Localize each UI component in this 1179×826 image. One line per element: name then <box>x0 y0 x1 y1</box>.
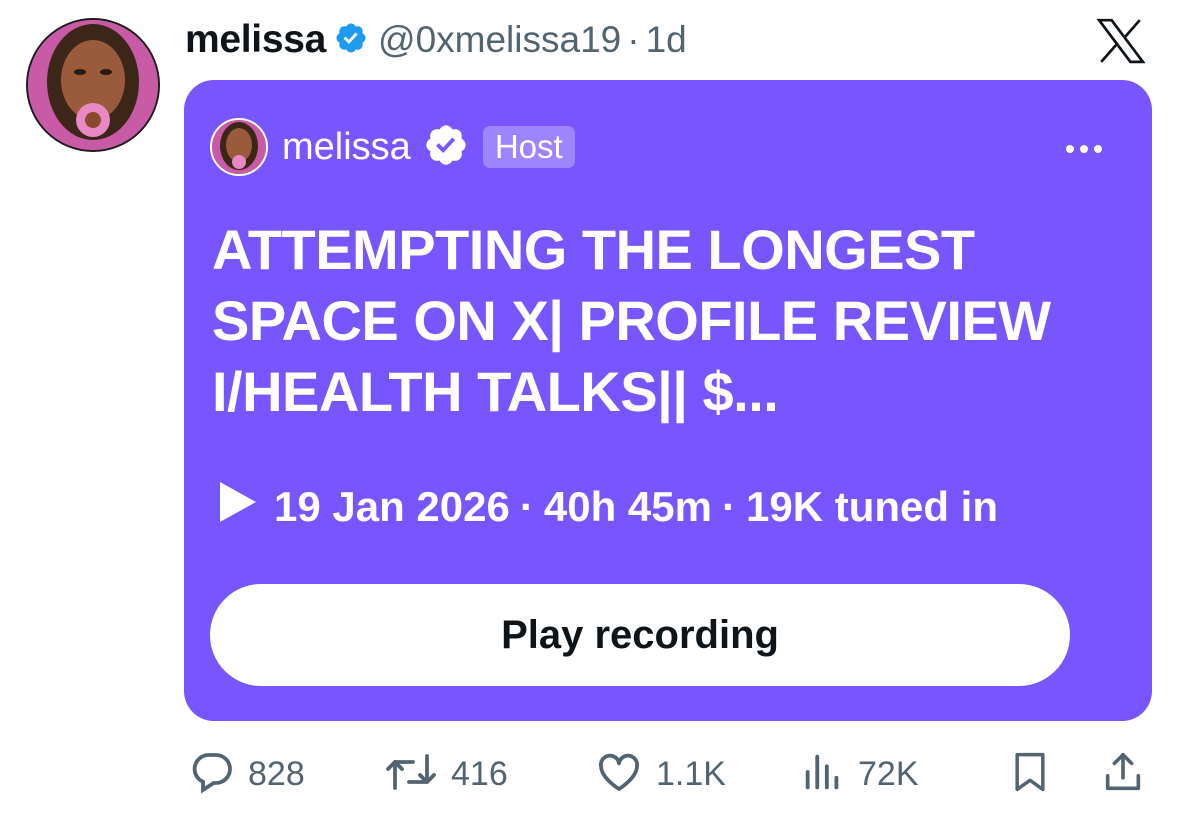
meta-separator: · <box>721 483 736 530</box>
host-avatar-image <box>212 120 266 174</box>
more-icon[interactable] <box>1066 145 1102 153</box>
post-header: melissa @0xmelissa19 · 1d <box>185 14 687 66</box>
reply-button[interactable]: 828 <box>188 744 305 804</box>
repost-icon <box>383 748 439 801</box>
verified-badge-icon <box>334 21 368 60</box>
views-button[interactable]: 72K <box>800 744 919 804</box>
author-avatar[interactable] <box>26 18 160 152</box>
views-count: 72K <box>858 754 919 793</box>
space-title: ATTEMPTING THE LONGEST SPACE ON X| PROFI… <box>212 218 1051 423</box>
space-duration: 40h 45m <box>543 483 712 530</box>
play-icon <box>218 480 258 534</box>
repost-button[interactable]: 416 <box>383 744 508 804</box>
avatar-image <box>28 20 158 150</box>
host-avatar[interactable] <box>210 118 268 176</box>
share-button[interactable] <box>1100 744 1146 804</box>
like-icon <box>594 748 644 801</box>
reply-icon <box>188 748 236 801</box>
repost-count: 416 <box>451 754 508 793</box>
host-badge: Host <box>482 126 575 168</box>
share-icon <box>1100 748 1146 801</box>
space-date: 19 Jan 2026 <box>274 483 510 530</box>
bookmark-button[interactable] <box>1008 744 1052 804</box>
space-listeners: 19K tuned in <box>745 483 999 530</box>
post-timestamp[interactable]: 1d <box>646 19 687 61</box>
space-host-row: melissa Host <box>210 116 575 178</box>
host-name[interactable]: melissa <box>282 126 411 169</box>
author-handle[interactable]: @0xmelissa19 <box>378 19 621 61</box>
like-count: 1.1K <box>656 754 726 793</box>
action-bar: 828 416 1.1K 72K <box>0 744 1179 804</box>
play-recording-button[interactable]: Play recording <box>210 584 1070 686</box>
x-logo-icon <box>1096 18 1146 64</box>
space-card[interactable]: melissa Host ATTEMPTING THE LONGEST SPAC… <box>184 80 1152 721</box>
reply-count: 828 <box>248 754 305 793</box>
views-icon <box>800 748 846 801</box>
bookmark-icon <box>1008 748 1052 801</box>
meta-separator: · <box>519 483 534 530</box>
author-display-name[interactable]: melissa <box>185 18 326 62</box>
space-meta: 19 Jan 2026 · 40h 45m · 19K tuned in <box>218 477 998 537</box>
like-button[interactable]: 1.1K <box>594 744 726 804</box>
header-separator: · <box>627 19 640 60</box>
verified-badge-icon <box>423 122 469 173</box>
